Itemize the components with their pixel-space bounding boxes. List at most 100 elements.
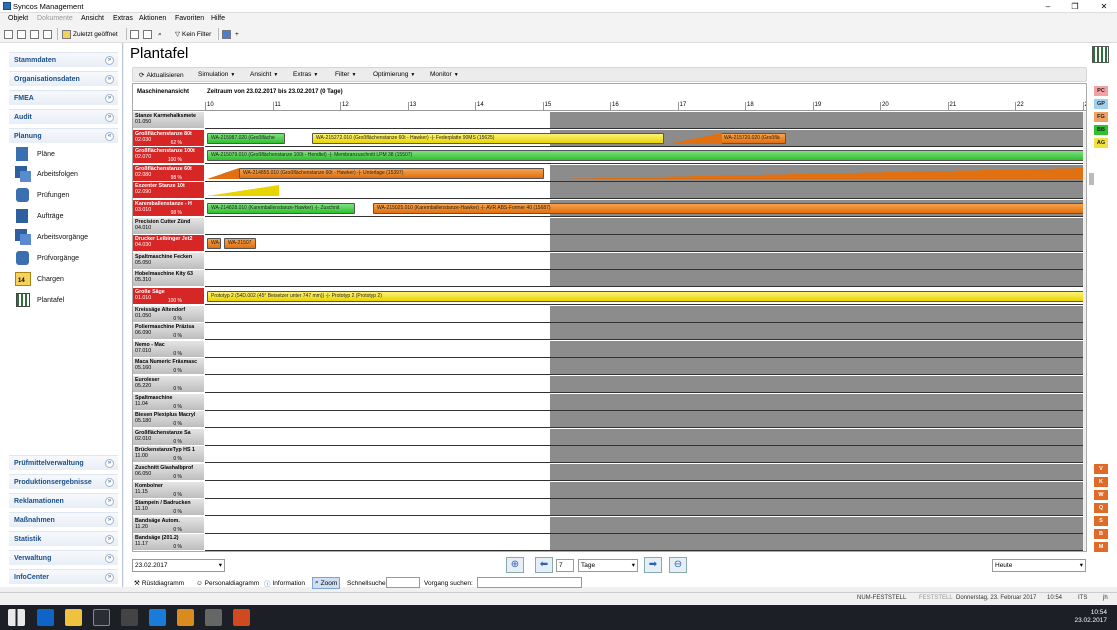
filter-menu[interactable]: Filter ▼: [335, 71, 356, 78]
work-order-bar[interactable]: WA-215025.010 (Karemballenstanze-Hawker)…: [373, 203, 1085, 214]
work-order-bar[interactable]: WA-215272.010 (Großflächenstanze 60t - H…: [312, 133, 664, 144]
machine-label[interactable]: Kombolner 11.15 0 %: [133, 482, 204, 499]
work-order-bar[interactable]: WA-214828.010 (Karemballenstanze-Hawker)…: [207, 203, 355, 214]
ansicht-menu[interactable]: Ansicht ▼: [250, 71, 278, 78]
gantt-row[interactable]: WA-214828.010 (Karemballenstanze-Hawker)…: [205, 200, 1086, 217]
machine-label[interactable]: Spaltmaschine 11.04 0 %: [133, 394, 204, 411]
nav-reklamationen[interactable]: Reklamationen »: [9, 493, 118, 508]
nav-audit[interactable]: Audit »: [9, 109, 118, 124]
tag-s[interactable]: S: [1094, 516, 1108, 526]
zoom-out-icon[interactable]: ⊖: [669, 557, 687, 573]
work-order-bar[interactable]: WA-: [207, 238, 221, 249]
refresh-button[interactable]: ⟳ Aktualisieren: [139, 71, 184, 80]
machine-label[interactable]: Bandsäge Autom. 11.20 0 %: [133, 517, 204, 534]
gantt-row[interactable]: [205, 270, 1086, 287]
menu-objekt[interactable]: Objekt: [8, 15, 28, 22]
print-icon[interactable]: [130, 29, 139, 40]
sidebar-item-pruefvorgaenge[interactable]: Prüfvorgänge: [14, 248, 79, 268]
close-button[interactable]: ✕: [1097, 1, 1111, 12]
machine-label[interactable]: Großflächenstanze 100t 02.070 100 %: [133, 147, 204, 164]
machine-label[interactable]: Kreissäge Altendorf 01.050 0 %: [133, 306, 204, 323]
gantt-row[interactable]: [205, 464, 1086, 481]
gantt-row[interactable]: [205, 218, 1086, 235]
file-explorer-icon[interactable]: [65, 609, 82, 626]
tag-q[interactable]: Q: [1094, 503, 1108, 513]
nav-infocenter[interactable]: InfoCenter »: [9, 569, 118, 584]
machine-label[interactable]: Große Säge 01.010 100 %: [133, 288, 204, 305]
tab-zoom[interactable]: ⌕ Zoom: [312, 577, 341, 589]
gantt-row[interactable]: [205, 358, 1086, 375]
gantt-row[interactable]: [205, 323, 1086, 340]
machine-label[interactable]: Spaltmaschine Fecken 05.050: [133, 253, 204, 270]
menu-hilfe[interactable]: Hilfe: [211, 15, 225, 22]
work-order-bar[interactable]: WA-215720.020 (Großflä: [720, 133, 786, 144]
machine-label[interactable]: Precision Cutter Zünd 04.010: [133, 218, 204, 235]
gantt-row[interactable]: [205, 411, 1086, 428]
app-icon[interactable]: [93, 609, 110, 626]
machine-label[interactable]: Zuschnitt Glashalbprof 06.050 0 %: [133, 464, 204, 481]
gantt-row[interactable]: WA-215987.020 (Großfläche WA-215272.010 (…: [205, 130, 1086, 147]
menu-ansicht[interactable]: Ansicht: [81, 15, 104, 22]
tag-m[interactable]: M: [1094, 542, 1108, 552]
work-order-bar[interactable]: WA-215987.020 (Großfläche: [207, 133, 285, 144]
powerpoint-icon[interactable]: [233, 609, 250, 626]
sidebar-item-arbeitsfolgen[interactable]: Arbeitsfolgen: [14, 164, 78, 184]
sidebar-item-arbeitsvorgaenge[interactable]: Arbeitsvorgänge: [14, 227, 88, 247]
gantt-row[interactable]: [205, 429, 1086, 446]
zoom-in-icon[interactable]: ⊕: [506, 557, 524, 573]
nav-statistik[interactable]: Statistik »: [9, 531, 118, 546]
gantt-row[interactable]: [205, 394, 1086, 411]
machine-label[interactable]: Großflächenstanze 60t 02.080 98 %: [133, 165, 204, 182]
unit-select[interactable]: Tage ▾: [578, 559, 638, 572]
nav-verwaltung[interactable]: Verwaltung »: [9, 550, 118, 565]
gantt-row[interactable]: [205, 517, 1086, 534]
tag-pc[interactable]: PC: [1094, 86, 1108, 96]
outlook-icon[interactable]: [37, 609, 54, 626]
maximize-button[interactable]: ❐: [1068, 1, 1082, 12]
machine-label[interactable]: Karemballenstanze - H 03.010 98 %: [133, 200, 204, 217]
menu-aktionen[interactable]: Aktionen: [139, 15, 166, 22]
sidebar-item-plantafel[interactable]: Plantafel: [14, 290, 64, 310]
gantt-row[interactable]: [205, 182, 1086, 199]
tag-ag[interactable]: AG: [1094, 138, 1108, 148]
gantt-row[interactable]: [205, 446, 1086, 463]
menu-extras[interactable]: Extras: [113, 15, 133, 22]
extras-menu[interactable]: Extras ▼: [293, 71, 318, 78]
delete-icon[interactable]: [43, 29, 52, 40]
search-icon[interactable]: ⌕: [158, 29, 162, 40]
simulation-menu[interactable]: Simulation ▼: [198, 71, 235, 78]
gantt-row[interactable]: [205, 253, 1086, 270]
tag-bb[interactable]: BB: [1094, 125, 1108, 135]
taskbar-clock[interactable]: 10:54 23.02.2017: [1074, 609, 1107, 625]
tag-k[interactable]: K: [1094, 477, 1108, 487]
gantt-row[interactable]: Prototyp 2 (54D.002 (45° Beisetzer unter…: [205, 288, 1086, 305]
windows-start-icon[interactable]: [8, 609, 25, 626]
nav-produktionsergebnisse[interactable]: Produktionsergebnisse »: [9, 474, 118, 489]
work-order-bar[interactable]: Prototyp 2 (54D.002 (45° Beisetzer unter…: [207, 291, 1086, 302]
preview-icon[interactable]: [143, 29, 152, 40]
days-input[interactable]: 7: [556, 559, 574, 572]
machine-label[interactable]: Drucker Leibinger Jet2 04.030: [133, 235, 204, 252]
machine-label[interactable]: Großflächenstanze 80t 02.030 62 %: [133, 130, 204, 147]
nav-massnahmen[interactable]: Maßnahmen »: [9, 512, 118, 527]
gantt-row[interactable]: [205, 534, 1086, 551]
date-input[interactable]: 23.02.2017 ▾: [132, 559, 225, 572]
tag-fg[interactable]: FG: [1094, 112, 1108, 122]
tab-personaldiagramm[interactable]: ☺ Personaldiagramm: [194, 577, 261, 589]
open-icon[interactable]: [17, 29, 26, 40]
sidebar-item-auftraege[interactable]: Aufträge: [14, 206, 63, 226]
edge-icon[interactable]: [149, 609, 166, 626]
gantt-row[interactable]: [205, 341, 1086, 358]
gantt-row[interactable]: [205, 482, 1086, 499]
gantt-row[interactable]: [205, 112, 1086, 129]
machine-label[interactable]: Hobelmaschine Kity 63 05.310: [133, 270, 204, 287]
menu-favoriten[interactable]: Favoriten: [175, 15, 204, 22]
gantt-row[interactable]: [205, 499, 1086, 516]
syncos-icon[interactable]: [177, 609, 194, 626]
work-order-bar[interactable]: WA-214855.010 (Großflächenstanze 60t - H…: [239, 168, 544, 179]
gantt-row[interactable]: [205, 306, 1086, 323]
scroll-thumb[interactable]: [1089, 173, 1094, 185]
forward-arrow-icon[interactable]: ➡: [644, 557, 662, 573]
plus-icon[interactable]: +: [235, 29, 239, 40]
tag-gp[interactable]: GP: [1094, 99, 1108, 109]
